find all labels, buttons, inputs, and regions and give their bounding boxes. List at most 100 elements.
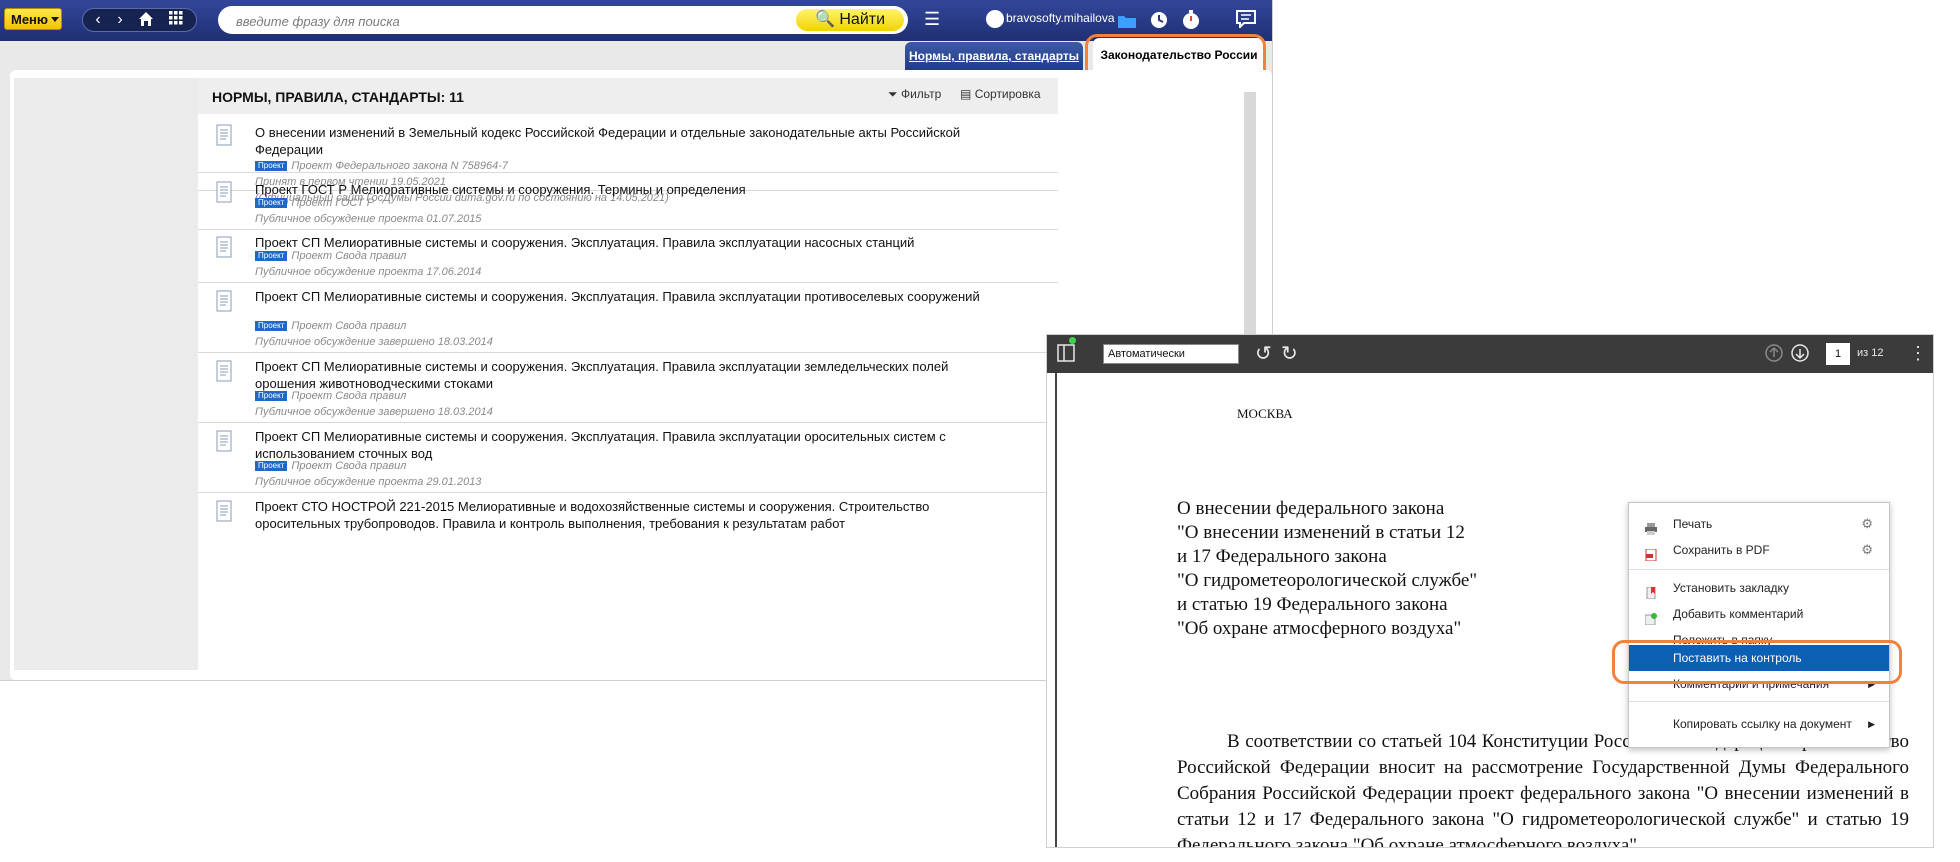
project-badge: Проект	[255, 321, 288, 331]
zoom-select[interactable]: Автоматически	[1103, 344, 1239, 364]
project-badge: Проект	[255, 161, 288, 171]
forward-icon[interactable]: ›	[109, 11, 131, 29]
item-type-text: Проект ГОСТ Р	[291, 197, 375, 209]
item-status: Публичное обсуждение проекта 17.06.2014	[255, 266, 482, 278]
hamburger-icon[interactable]: ☰	[924, 8, 940, 30]
previous-page-icon[interactable]	[1765, 344, 1783, 366]
gear-icon[interactable]: ⚙	[1861, 537, 1873, 563]
navigation-group: ‹ ›	[82, 8, 197, 32]
search-bar: 🔍 Найти	[218, 6, 908, 34]
document-title-line: "О гидрометеорологической службе"	[1177, 570, 1478, 591]
document-title-line: и статью 19 Федерального закона	[1177, 594, 1448, 615]
menu-item-label: Добавить комментарий	[1673, 607, 1804, 621]
item-type: Проект Проект Свода правил	[255, 318, 406, 335]
document-icon	[216, 430, 232, 452]
menu-separator	[1629, 569, 1889, 570]
more-options-icon[interactable]: ⋮	[1909, 343, 1927, 363]
item-type: Проект Проект Свода правил	[255, 248, 406, 265]
item-title[interactable]: О внесении изменений в Земельный кодекс …	[255, 124, 1005, 158]
document-title-line: О внесении федерального закона	[1177, 498, 1445, 519]
document-city: МОСКВА	[1237, 406, 1293, 421]
list-item[interactable]: Проект СП Мелиоративные системы и сооруж…	[198, 228, 1058, 283]
back-icon[interactable]: ‹	[87, 11, 109, 29]
sort-button[interactable]: ▤ Сортировка	[960, 87, 1041, 101]
list-item[interactable]: Проект СП Мелиоративные системы и сооруж…	[198, 422, 1058, 493]
item-status: Публичное обсуждение проекта 01.07.2015	[255, 213, 482, 225]
list-item[interactable]: Проект СП Мелиоративные системы и сооруж…	[198, 282, 1058, 353]
menu-item-copy-link[interactable]: Копировать ссылку на документ ▶	[1629, 711, 1889, 737]
search-button-label: Найти	[839, 11, 886, 28]
menu-item-bookmark[interactable]: Установить закладку	[1629, 575, 1889, 601]
item-status: Публичное обсуждение завершено 18.03.201…	[255, 406, 493, 418]
sidebar-toggle-icon[interactable]	[1057, 344, 1075, 366]
context-menu: Печать ⚙ Сохранить в PDF ⚙ Установить за…	[1628, 502, 1890, 748]
caret-down-icon	[51, 17, 60, 22]
item-type: Проект Проект Свода правил	[255, 458, 406, 475]
sort-label: Сортировка	[974, 87, 1041, 101]
menu-item-add-comment[interactable]: Добавить комментарий	[1629, 601, 1889, 627]
item-title[interactable]: Проект СТО НОСТРОЙ 221-2015 Мелиоративны…	[255, 498, 1005, 532]
funnel-icon: ⏷	[888, 87, 898, 101]
status-dot-icon	[1069, 337, 1076, 344]
project-badge: Проект	[255, 251, 288, 261]
chat-icon[interactable]	[1236, 10, 1256, 33]
submenu-arrow-icon: ▶	[1868, 719, 1875, 729]
left-pane	[14, 78, 198, 670]
document-icon	[216, 290, 232, 312]
item-title[interactable]: Проект СП Мелиоративные системы и сооруж…	[255, 428, 1005, 462]
tab-norms[interactable]: Нормы, правила, стандарты	[905, 42, 1083, 70]
document-icon	[216, 360, 232, 382]
document-title-line: "О внесении изменений в статьи 12	[1177, 522, 1465, 543]
document-icon	[216, 236, 232, 258]
list-header: НОРМЫ, ПРАВИЛА, СТАНДАРТЫ: 11 ⏷ Фильтр ▤…	[198, 78, 1058, 115]
menu-item-label: Копировать ссылку на документ	[1673, 717, 1852, 731]
home-icon[interactable]	[135, 11, 157, 32]
grid-icon[interactable]	[165, 11, 187, 30]
document-list: О внесении изменений в Земельный кодекс …	[198, 114, 1058, 662]
list-item[interactable]: Проект СТО НОСТРОЙ 221-2015 Мелиоративны…	[198, 492, 1058, 552]
menu-separator	[1629, 701, 1889, 702]
project-badge: Проект	[255, 198, 288, 208]
pdf-toolbar: Автоматически ↺ ↻ 1 из 12 ⋮	[1047, 335, 1933, 373]
bookmark-icon	[1645, 582, 1657, 600]
clock-icon[interactable]	[1150, 11, 1168, 34]
menu-item-label: Установить закладку	[1673, 581, 1789, 595]
project-badge: Проект	[255, 391, 288, 401]
menu-item-label: Сохранить в PDF	[1673, 543, 1770, 557]
document-icon	[216, 181, 232, 203]
pdf-icon	[1645, 544, 1657, 562]
document-icon	[216, 124, 232, 146]
folder-icon[interactable]	[1118, 11, 1136, 33]
item-type-text: Проект Свода правил	[291, 460, 407, 472]
stopwatch-icon[interactable]	[1182, 10, 1200, 35]
search-button[interactable]: 🔍 Найти	[796, 9, 904, 31]
item-type-text: Проект Свода правил	[291, 390, 407, 402]
comment-icon	[1644, 608, 1657, 626]
gear-icon[interactable]: ⚙	[1861, 511, 1873, 537]
username[interactable]: bravosofty.mihailova	[1006, 11, 1115, 25]
menu-item-print[interactable]: Печать ⚙	[1629, 511, 1889, 537]
user-avatar-icon[interactable]	[986, 10, 1004, 28]
document-title-line: и 17 Федерального закона	[1177, 546, 1387, 567]
rotate-right-icon[interactable]: ↻	[1281, 344, 1298, 364]
item-title[interactable]: Проект СП Мелиоративные системы и сооруж…	[255, 358, 1005, 392]
item-type-text: Проект Федерального закона N 758964-7	[291, 160, 509, 172]
menu-item-label: Печать	[1673, 517, 1713, 531]
magnifier-icon: 🔍	[814, 11, 835, 28]
next-page-icon[interactable]	[1791, 344, 1809, 366]
list-item[interactable]: Проект ГОСТ Р Мелиоративные системы и со…	[198, 172, 1058, 230]
page-count: из 12	[1857, 347, 1884, 359]
item-status: Публичное обсуждение завершено 18.03.201…	[255, 336, 493, 348]
menu-button[interactable]: Меню	[4, 8, 62, 30]
menu-button-label: Меню	[11, 12, 49, 27]
item-title[interactable]: Проект СП Мелиоративные системы и сооруж…	[255, 288, 1005, 305]
search-input[interactable]	[234, 10, 798, 32]
page-number-input[interactable]: 1	[1826, 343, 1850, 365]
filter-button[interactable]: ⏷ Фильтр	[888, 87, 941, 102]
item-status: Публичное обсуждение проекта 29.01.2013	[255, 476, 482, 488]
list-item[interactable]: Проект СП Мелиоративные системы и сооруж…	[198, 352, 1058, 423]
rotate-left-icon[interactable]: ↺	[1255, 344, 1272, 364]
highlight-frame	[1612, 640, 1902, 684]
menu-item-save-pdf[interactable]: Сохранить в PDF ⚙	[1629, 537, 1889, 563]
list-title: НОРМЫ, ПРАВИЛА, СТАНДАРТЫ: 11	[212, 89, 464, 105]
